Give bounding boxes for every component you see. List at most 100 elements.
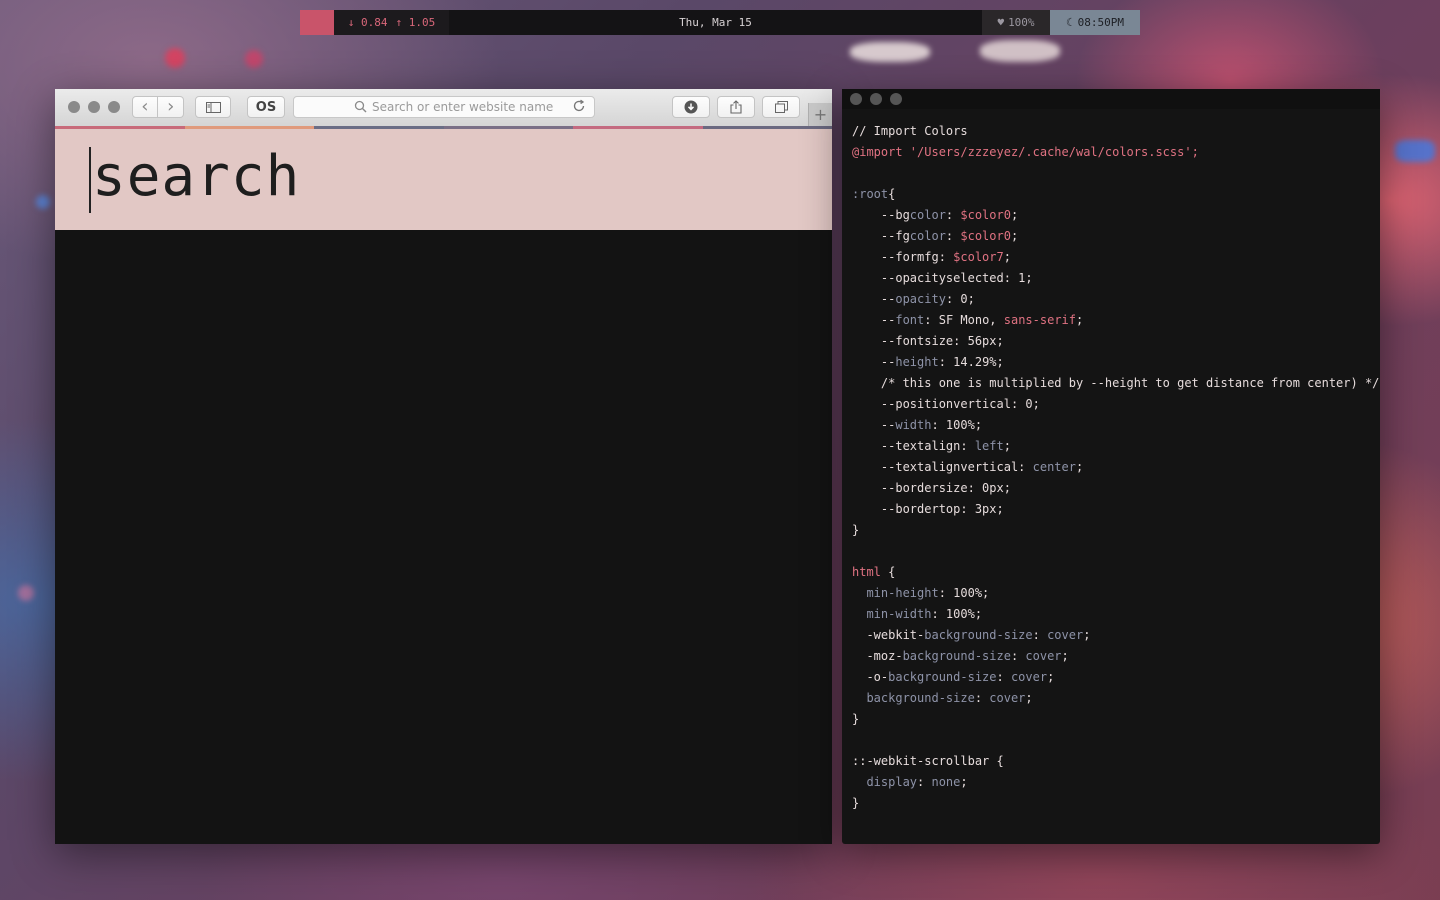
code-token: ;	[1025, 691, 1033, 705]
menu-bar: ↓ 0.84 ↑ 1.05 Thu, Mar 15 ♥ 100% ☾ 08:50…	[300, 10, 1140, 35]
new-tab-button[interactable]: +	[808, 103, 832, 126]
code-token: @import	[852, 145, 903, 159]
text-cursor	[89, 147, 91, 213]
reload-icon[interactable]	[572, 99, 586, 113]
code-token: --	[852, 418, 896, 432]
code-line: --bordertop: 3px;	[852, 499, 1379, 520]
terminal-zoom-button[interactable]	[890, 93, 902, 105]
code-token: --bordertop: 3px;	[852, 502, 1004, 516]
terminal-minimize-button[interactable]	[870, 93, 882, 105]
terminal-titlebar	[842, 89, 1380, 109]
code-token: height	[895, 355, 939, 369]
terminal-close-button[interactable]	[850, 93, 862, 105]
code-token: : 100%;	[931, 418, 983, 432]
code-line: }	[852, 793, 1379, 814]
sidebar-button[interactable]	[195, 96, 231, 118]
code-token: none	[931, 775, 961, 789]
code-line: --bgcolor: $color0;	[852, 205, 1379, 226]
page-content	[55, 230, 832, 844]
battery-status: ♥ 100%	[982, 10, 1050, 35]
tabs-icon	[774, 101, 788, 113]
code-token: : 100%;	[931, 607, 983, 621]
code-token: --formfg:	[852, 250, 954, 264]
browser-window: ‹ › OS Search or enter website name + se…	[55, 89, 832, 844]
zoom-button[interactable]	[108, 101, 120, 113]
code-token: :root	[852, 187, 889, 201]
downloads-button[interactable]	[672, 96, 710, 118]
network-speed: ↓ 0.84 ↑ 1.05	[334, 10, 449, 35]
search-panel[interactable]: search	[55, 129, 832, 230]
code-token: -o-	[852, 670, 889, 684]
code-token: }	[852, 523, 860, 537]
wallpaper-bokeh	[18, 585, 34, 601]
share-button[interactable]	[717, 96, 755, 118]
chevron-right-icon: ›	[165, 96, 176, 117]
code-token: --	[852, 355, 896, 369]
code-token: cover	[1025, 649, 1062, 663]
code-editor[interactable]: // Import Colors @import '/Users/zzzeyez/…	[852, 121, 1379, 814]
code-line: --height: 14.29%;	[852, 352, 1379, 373]
code-line: min-height: 100%;	[852, 583, 1379, 604]
code-token: /* this one is multiplied by --height to…	[852, 376, 1380, 390]
code-token: background-size	[924, 628, 1033, 642]
code-line: --fgcolor: $color0;	[852, 226, 1379, 247]
code-token: color	[909, 208, 946, 222]
code-line: --bordersize: 0px;	[852, 478, 1379, 499]
code-token: }	[852, 712, 860, 726]
search-input[interactable]: search	[92, 143, 300, 210]
address-placeholder: Search or enter website name	[372, 100, 554, 114]
code-token: color	[909, 229, 946, 243]
code-token: : SF Mono,	[924, 313, 1004, 327]
navigation-buttons: ‹ ›	[132, 96, 184, 118]
forward-button[interactable]: ›	[158, 96, 184, 118]
download-icon	[684, 100, 698, 114]
code-line: --font: SF Mono, sans-serif;	[852, 310, 1379, 331]
code-token: -webkit-	[852, 628, 925, 642]
browser-toolbar: ‹ › OS Search or enter website name +	[55, 89, 832, 127]
code-token: --textalignvertical:	[852, 460, 1033, 474]
wallpaper-bokeh	[36, 195, 50, 209]
code-token: min-height	[866, 586, 939, 600]
apple-menu-icon[interactable]	[300, 10, 334, 35]
code-token: ;	[1003, 439, 1011, 453]
minimize-button[interactable]	[88, 101, 100, 113]
code-token: ::-webkit-scrollbar {	[852, 754, 1004, 768]
code-token: $color0	[960, 229, 1011, 243]
code-token: ;	[1061, 649, 1069, 663]
show-tabs-button[interactable]	[762, 96, 800, 118]
close-button[interactable]	[68, 101, 80, 113]
wallpaper-bokeh	[850, 42, 930, 62]
chevron-left-icon: ‹	[139, 96, 151, 117]
code-line: --textalignvertical: center;	[852, 457, 1379, 478]
code-token: :	[996, 670, 1011, 684]
code-token: '/Users/zzzeyez/.cache/wal/colors.scss';	[902, 145, 1199, 159]
code-token: opacity	[895, 292, 946, 306]
code-line: --formfg: $color7;	[852, 247, 1379, 268]
code-line: // Import Colors	[852, 121, 1379, 142]
code-token: --fg	[852, 229, 910, 243]
code-line: @import '/Users/zzzeyez/.cache/wal/color…	[852, 142, 1379, 163]
upload-speed: ↑ 1.05	[395, 16, 436, 29]
battery-level: 100%	[1008, 16, 1035, 29]
code-token: left	[974, 439, 1004, 453]
back-button[interactable]: ‹	[132, 96, 158, 118]
wallpaper-bokeh	[1395, 140, 1435, 162]
extension-button[interactable]: OS	[247, 96, 285, 118]
code-token: cover	[989, 691, 1026, 705]
code-token: : 100%;	[938, 586, 990, 600]
code-token: ;	[1010, 229, 1019, 243]
code-line: --fontsize: 56px;	[852, 331, 1379, 352]
address-bar[interactable]: Search or enter website name	[293, 96, 595, 118]
code-token: $color0	[960, 208, 1011, 222]
code-line: min-width: 100%;	[852, 604, 1379, 625]
code-token: :	[945, 208, 961, 222]
code-line: ::-webkit-scrollbar {	[852, 751, 1379, 772]
wallpaper-bokeh	[245, 50, 263, 68]
code-token: center	[1032, 460, 1076, 474]
code-line: background-size: cover;	[852, 688, 1379, 709]
